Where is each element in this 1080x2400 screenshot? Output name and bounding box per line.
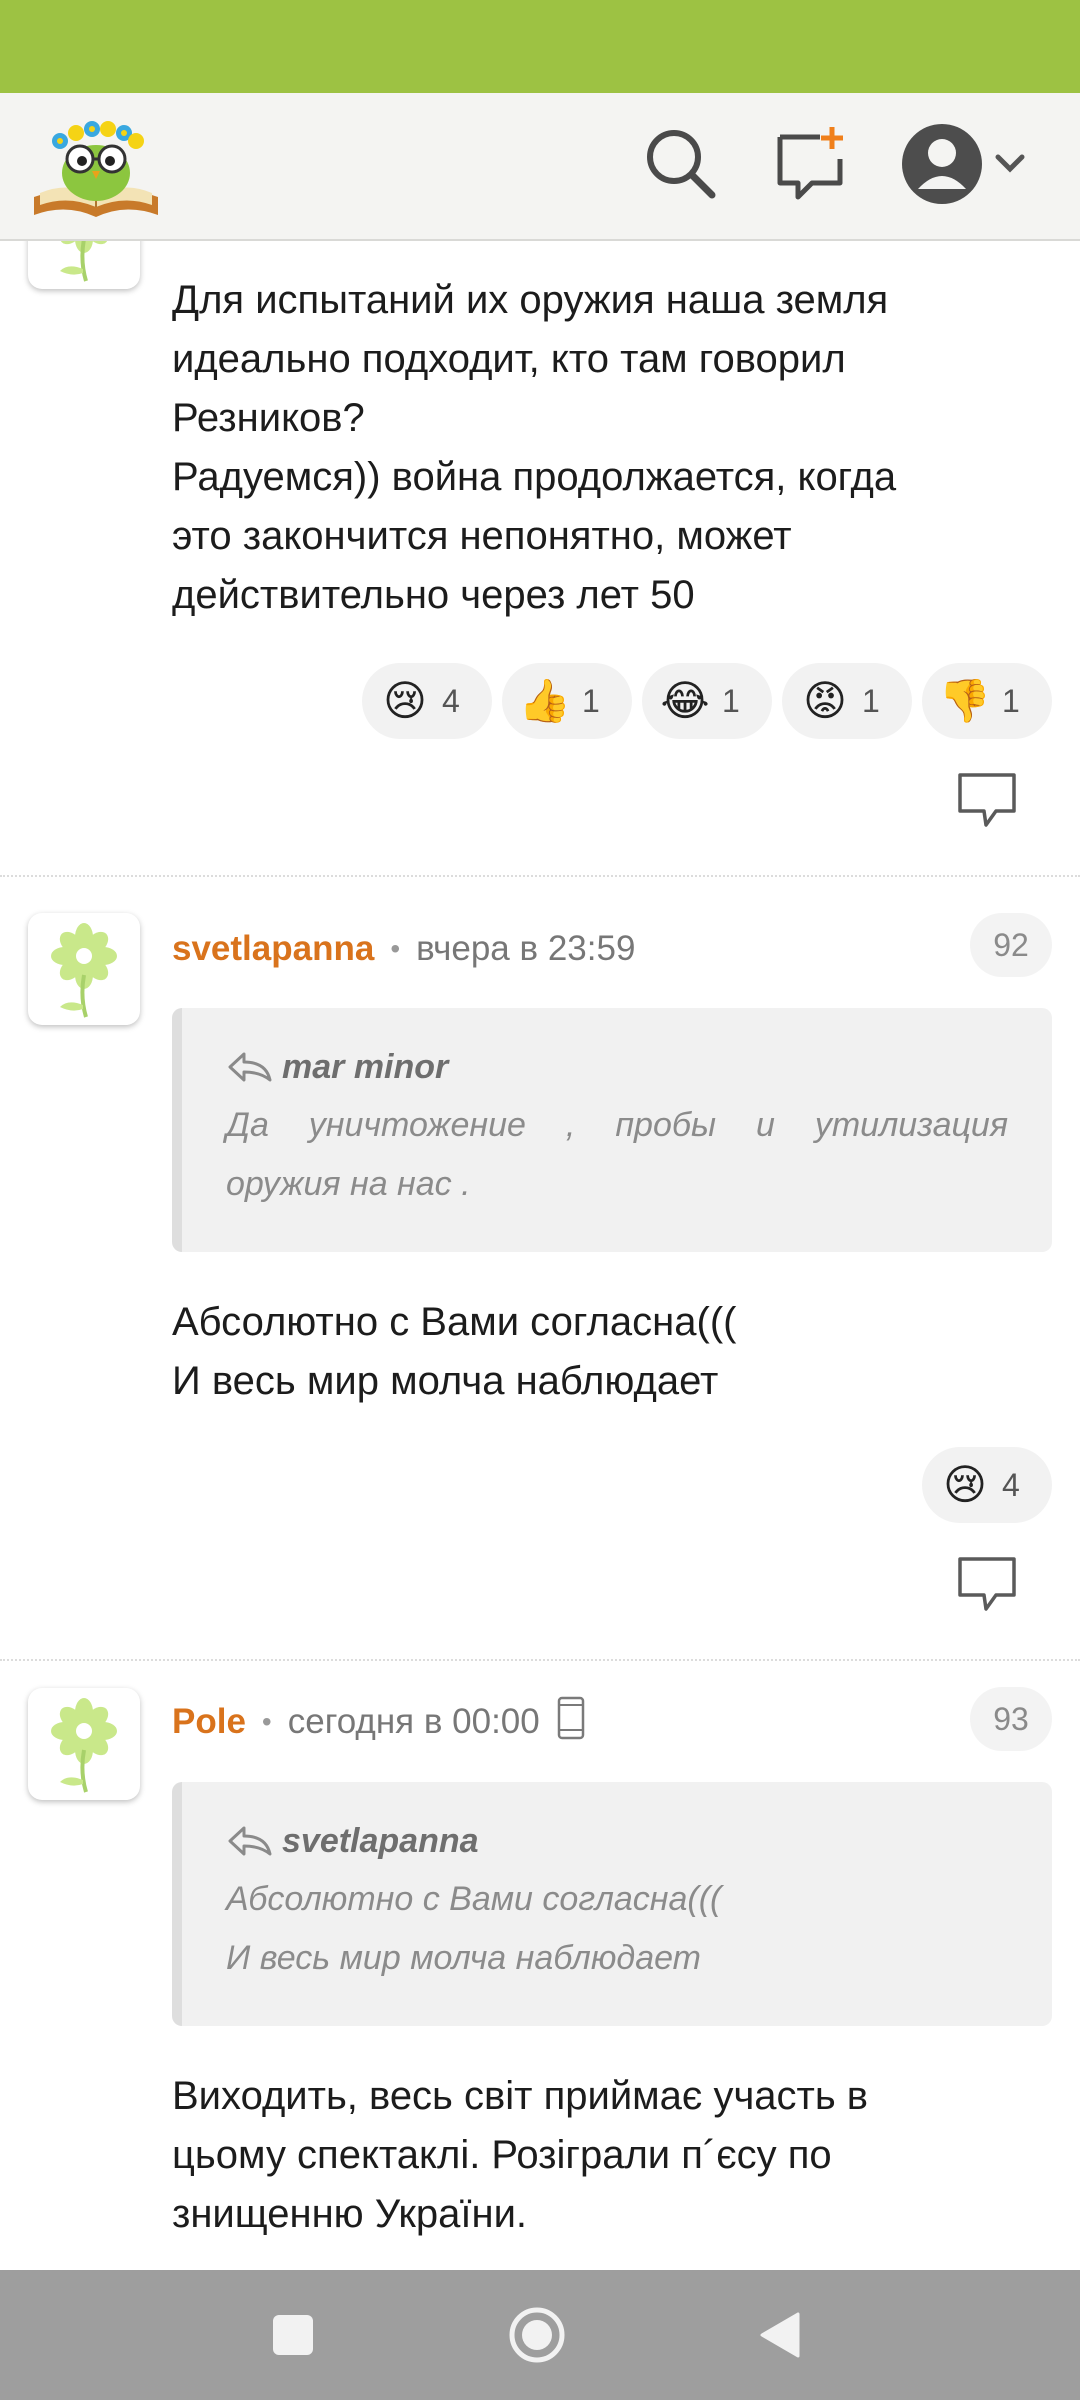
comment-meta: Pole • сегодня в 00:00 [172,1695,586,1750]
reactions-bar: 😢 4 👍 1 😂 1 😡 1 👎 1 [362,663,1052,739]
reply-icon[interactable] [956,771,1018,829]
reaction-crying-button[interactable]: 😢 4 [922,1447,1052,1523]
reactions-bar: 😢 4 [922,1447,1052,1523]
laughing-face-icon: 😂 [660,676,710,725]
comment-time: вчера в 23:59 [416,929,636,968]
reply-arrow-icon [228,1826,272,1856]
new-message-icon[interactable] [770,123,852,205]
quote-line: Да уничтожение , пробы и утилизация [226,1106,1008,1144]
recent-apps-button[interactable] [258,2300,328,2370]
thumbs-up-icon: 👍 [518,676,572,725]
back-button[interactable] [746,2300,816,2370]
reaction-angry-button[interactable]: 😡 1 [782,663,912,739]
meta-separator: • [390,933,401,964]
reaction-thumbs-up-button[interactable]: 👍 1 [502,663,632,739]
divider [0,875,1080,877]
comment-text: Абсолютно с Вами согласна((( И весь мир … [172,1300,737,1403]
mobile-phone-icon [556,1695,586,1750]
reaction-thumbs-down-button[interactable]: 👎 1 [922,663,1052,739]
quote-line: И весь мир молча наблюдает [226,1939,701,1977]
status-bar [0,0,1080,93]
comment-time: сегодня в 00:00 [287,1702,540,1741]
comment-number-badge[interactable]: 92 [970,913,1052,977]
quote-author-row: mar minor [226,1038,1008,1096]
comment-author[interactable]: Pole [172,1702,246,1742]
comment-text: Для испытаний их оружия наша земля идеал… [172,278,897,617]
system-navigation-bar [0,2270,1080,2400]
reaction-count: 4 [442,682,460,719]
thumbs-down-icon: 👎 [938,676,992,725]
divider [0,1659,1080,1661]
user-avatar-icon [902,124,982,204]
reaction-count: 1 [1002,682,1020,719]
reply-icon[interactable] [956,1555,1018,1613]
quote-block: mar minor Да уничтожение , пробы и утили… [172,1008,1052,1252]
search-icon[interactable] [640,123,722,205]
quote-author: svetlapanna [282,1821,479,1860]
comments-feed[interactable]: Для испытаний их оружия наша земля идеал… [0,241,1080,2270]
user-menu-button[interactable] [900,119,1040,209]
crying-face-icon: 😢 [943,1460,987,1509]
reaction-count: 1 [862,682,880,719]
owl-with-book-logo[interactable] [30,107,162,225]
angry-face-icon: 😡 [803,676,847,725]
crying-face-icon: 😢 [383,676,427,725]
chevron-down-icon [995,154,1025,173]
avatar[interactable] [28,913,140,1025]
quote-block: svetlapanna Абсолютно с Вами согласна(((… [172,1782,1052,2026]
meta-separator: • [261,1706,272,1737]
home-button[interactable] [502,2300,572,2370]
comment-text: Виходить, весь світ приймає участь в цьо… [172,2074,869,2236]
comment-meta: svetlapanna • вчера в 23:59 [172,924,635,974]
quote-author-row: svetlapanna [226,1812,1008,1870]
quote-author: mar minor [282,1047,449,1086]
reaction-laughing-button[interactable]: 😂 1 [642,663,772,739]
reaction-count: 1 [582,682,600,719]
reply-arrow-icon [228,1052,272,1082]
reaction-crying-button[interactable]: 😢 4 [362,663,492,739]
reaction-count: 4 [1002,1466,1020,1503]
reaction-count: 1 [722,682,740,719]
quote-line: Абсолютно с Вами согласна((( [226,1880,722,1918]
comment-number-badge[interactable]: 93 [970,1687,1052,1751]
app-header [0,93,1080,241]
quote-line: оружия на нас . [226,1165,471,1203]
avatar[interactable] [28,1688,140,1800]
avatar[interactable] [28,241,140,289]
comment-author[interactable]: svetlapanna [172,929,374,969]
